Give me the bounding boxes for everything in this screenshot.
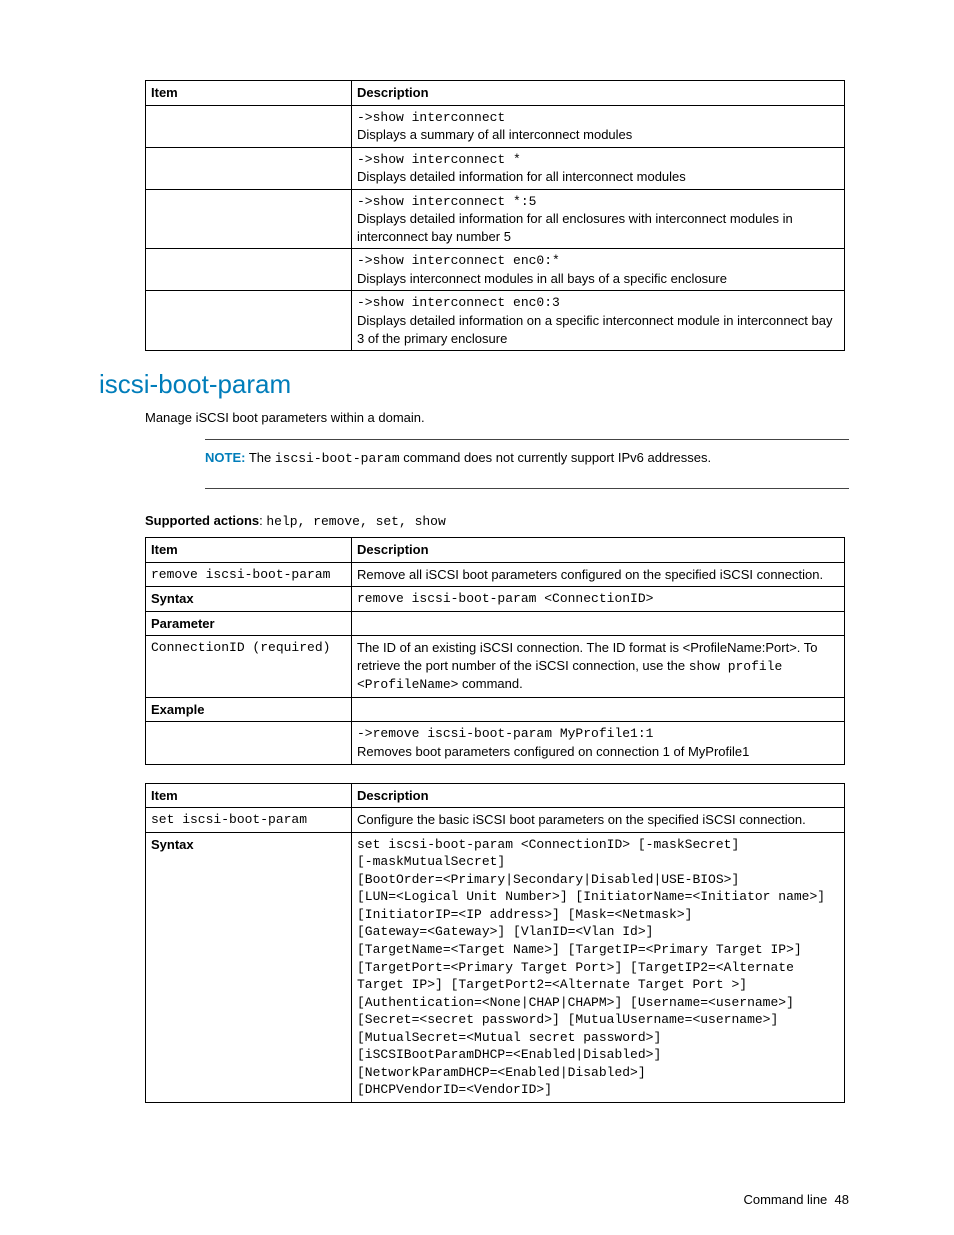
supported-actions-values: help, remove, set, show <box>266 514 445 529</box>
table-row: Syntax remove iscsi-boot-param <Connecti… <box>146 587 845 612</box>
example-label: Example <box>146 697 352 722</box>
table-row: Parameter <box>146 611 845 636</box>
set-iscsi-table: Item Description set iscsi-boot-param Co… <box>145 783 845 1103</box>
note-text-pre: The <box>245 450 274 465</box>
table-row: ->show interconnect *:5 Displays detaile… <box>146 189 845 249</box>
footer-page-number: 48 <box>835 1192 849 1207</box>
note-text-post: command does not currently support IPv6 … <box>400 450 711 465</box>
col-header-description: Description <box>352 81 845 106</box>
col-header-description: Description <box>352 538 845 563</box>
table-row: ConnectionID (required) The ID of an exi… <box>146 636 845 698</box>
desc-cell: Remove all iSCSI boot parameters configu… <box>352 562 845 587</box>
parameter-description: The ID of an existing iSCSI connection. … <box>352 636 845 698</box>
item-cell: remove iscsi-boot-param <box>146 562 352 587</box>
example-description: Removes boot parameters configured on co… <box>357 743 839 761</box>
table-row: ->remove iscsi-boot-param MyProfile1:1 R… <box>146 722 845 764</box>
section-heading: iscsi-boot-param <box>99 369 849 400</box>
remove-iscsi-table: Item Description remove iscsi-boot-param… <box>145 537 845 764</box>
note-block: NOTE: The iscsi-boot-param command does … <box>205 439 849 489</box>
example-description: Displays detailed information on a speci… <box>357 312 839 347</box>
examples-table-interconnect: Item Description ->show interconnect Dis… <box>145 80 845 351</box>
col-header-item: Item <box>146 538 352 563</box>
col-header-description: Description <box>352 783 845 808</box>
example-command: ->remove iscsi-boot-param MyProfile1:1 <box>357 725 839 743</box>
example-command: ->show interconnect enc0:* <box>357 252 839 270</box>
syntax-value: remove iscsi-boot-param <ConnectionID> <box>352 587 845 612</box>
example-command: ->show interconnect *:5 <box>357 193 839 211</box>
page-footer: Command line 48 <box>743 1192 849 1207</box>
syntax-label: Syntax <box>146 832 352 1102</box>
example-command: ->show interconnect <box>357 109 839 127</box>
col-header-item: Item <box>146 81 352 106</box>
example-command: ->show interconnect enc0:3 <box>357 294 839 312</box>
parameter-name: ConnectionID (required) <box>146 636 352 698</box>
example-description: Displays a summary of all interconnect m… <box>357 126 839 144</box>
supported-actions: Supported actions: help, remove, set, sh… <box>145 513 849 529</box>
col-header-item: Item <box>146 783 352 808</box>
parameter-label: Parameter <box>146 611 352 636</box>
footer-label: Command line <box>743 1192 827 1207</box>
table-row: Syntax set iscsi-boot-param <ConnectionI… <box>146 832 845 1102</box>
table-row: ->show interconnect enc0:3 Displays deta… <box>146 291 845 351</box>
table-row: ->show interconnect Displays a summary o… <box>146 105 845 147</box>
section-intro: Manage iSCSI boot parameters within a do… <box>145 410 849 425</box>
table-row: remove iscsi-boot-param Remove all iSCSI… <box>146 562 845 587</box>
item-cell: set iscsi-boot-param <box>146 808 352 833</box>
example-description: Displays detailed information for all in… <box>357 168 839 186</box>
note-label: NOTE: <box>205 450 245 465</box>
syntax-label: Syntax <box>146 587 352 612</box>
example-description: Displays interconnect modules in all bay… <box>357 270 839 288</box>
table-row: Example <box>146 697 845 722</box>
example-command: ->show interconnect * <box>357 151 839 169</box>
table-row: set iscsi-boot-param Configure the basic… <box>146 808 845 833</box>
table-row: ->show interconnect * Displays detailed … <box>146 147 845 189</box>
example-description: Displays detailed information for all en… <box>357 210 839 245</box>
note-command: iscsi-boot-param <box>275 451 400 466</box>
table-row: ->show interconnect enc0:* Displays inte… <box>146 249 845 291</box>
desc-cell: Configure the basic iSCSI boot parameter… <box>352 808 845 833</box>
supported-actions-label: Supported actions <box>145 513 259 528</box>
syntax-value: set iscsi-boot-param <ConnectionID> [-ma… <box>352 832 845 1102</box>
